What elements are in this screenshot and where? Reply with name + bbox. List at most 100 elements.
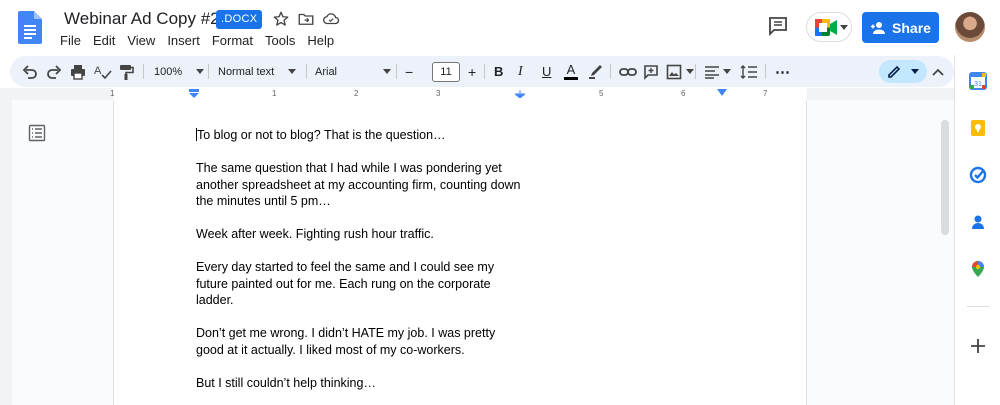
paragraph: To blog or not to blog? That is the ques… <box>196 127 536 144</box>
file-type-badge[interactable]: .DOCX <box>216 10 263 29</box>
collapse-icon <box>932 68 944 76</box>
editing-mode-select[interactable] <box>879 60 927 83</box>
increase-font-size-button[interactable]: + <box>468 56 476 87</box>
text-color-letter: A <box>566 61 576 77</box>
more-options-button[interactable]: ⋯ <box>775 56 790 87</box>
undo-button[interactable] <box>22 56 38 87</box>
menu-bar: File Edit View Insert Format Tools Help <box>60 33 346 48</box>
move-folder-icon[interactable] <box>297 10 315 28</box>
menu-view[interactable]: View <box>127 33 162 48</box>
bold-button[interactable]: B <box>494 56 503 87</box>
ruler-label: 6 <box>681 89 686 98</box>
line-spacing-icon <box>740 64 757 79</box>
share-label: Share <box>892 19 931 36</box>
document-canvas: To blog or not to blog? That is the ques… <box>0 100 954 405</box>
add-comment-icon <box>644 64 658 80</box>
insert-link-button[interactable] <box>619 56 637 87</box>
chevron-down-icon <box>911 69 919 74</box>
line-spacing-button[interactable] <box>740 56 758 87</box>
panel-divider <box>967 306 989 307</box>
calendar-icon[interactable]: 31 <box>969 72 987 90</box>
add-icon[interactable] <box>969 337 987 355</box>
horizontal-ruler[interactable]: 1 1 2 3 5 6 7 <box>0 88 954 100</box>
ruler-label: 7 <box>763 89 768 98</box>
avatar[interactable] <box>955 12 985 42</box>
maps-icon[interactable] <box>969 260 987 278</box>
chevron-down-icon <box>383 69 392 74</box>
highlight-pen-icon <box>589 64 602 79</box>
chevron-down-icon <box>686 69 694 74</box>
toolbar-divider <box>695 64 696 79</box>
paragraph: Every day started to feel the same and I… <box>196 260 495 307</box>
redo-button[interactable] <box>46 56 62 87</box>
app-header: Webinar Ad Copy #2 .DOCX File Edit View … <box>0 0 1000 55</box>
share-button[interactable]: Share <box>862 12 939 43</box>
italic-button[interactable]: I <box>518 56 523 87</box>
star-icon[interactable] <box>272 10 290 28</box>
meet-button[interactable] <box>806 12 852 42</box>
underline-button[interactable]: U <box>542 56 551 87</box>
zoom-value: 100% <box>154 65 183 78</box>
toolbar-divider <box>306 64 307 79</box>
docs-logo-icon[interactable] <box>18 11 42 44</box>
font-value: Arial <box>315 65 338 78</box>
text-color-button[interactable]: A <box>564 56 578 87</box>
ruler-label: 5 <box>599 89 604 98</box>
right-indent-marker-icon[interactable] <box>717 89 727 96</box>
hide-menus-button[interactable] <box>932 56 944 87</box>
indent-marker-icon[interactable] <box>189 89 199 98</box>
paragraph: The same question that I had while I was… <box>196 161 521 208</box>
menu-help[interactable]: Help <box>307 33 341 48</box>
vertical-scrollbar[interactable] <box>941 120 949 235</box>
font-size-input[interactable]: 11 <box>432 62 460 82</box>
side-panel: 31 <box>954 55 1000 405</box>
align-icon <box>705 65 719 79</box>
contacts-icon[interactable] <box>969 213 987 231</box>
ruler-label: 3 <box>436 89 441 98</box>
toolbar-divider <box>765 64 766 79</box>
paragraph: But I still couldn’t help thinking… <box>196 375 376 390</box>
spellcheck-button[interactable]: A <box>94 56 112 87</box>
paragraph: Week after week. Fighting rush hour traf… <box>196 227 434 241</box>
paint-format-icon <box>120 64 134 80</box>
svg-text:31: 31 <box>974 81 982 88</box>
document-title[interactable]: Webinar Ad Copy #2 <box>64 9 220 29</box>
image-icon <box>666 64 682 79</box>
redo-icon <box>47 64 62 79</box>
menu-insert[interactable]: Insert <box>167 33 207 48</box>
spellcheck-icon: A <box>94 65 112 79</box>
decrease-font-size-button[interactable]: − <box>405 56 413 87</box>
outline-icon[interactable] <box>28 124 46 142</box>
align-button[interactable] <box>704 56 731 87</box>
menu-format[interactable]: Format <box>212 33 260 48</box>
vertical-ruler[interactable] <box>0 100 12 405</box>
paragraph-style-select[interactable]: Normal text <box>218 56 297 87</box>
add-comment-button[interactable] <box>643 56 659 87</box>
menu-file[interactable]: File <box>60 33 88 48</box>
menu-edit[interactable]: Edit <box>93 33 122 48</box>
tasks-icon[interactable] <box>969 166 987 184</box>
formatting-toolbar: A 100% Normal text Arial − 11 + B I U A <box>10 56 954 87</box>
pencil-icon <box>888 65 901 78</box>
tab-stop-icon[interactable] <box>515 90 525 98</box>
insert-image-button[interactable] <box>666 56 694 87</box>
ruler-label: 1 <box>272 89 277 98</box>
highlight-button[interactable] <box>588 56 604 87</box>
ruler-page-area <box>113 88 807 100</box>
ruler-label: 1 <box>110 89 115 98</box>
keep-icon[interactable] <box>969 119 987 137</box>
chevron-down-icon <box>840 25 848 30</box>
font-select[interactable]: Arial <box>315 56 392 87</box>
menu-tools[interactable]: Tools <box>265 33 302 48</box>
zoom-select[interactable]: 100% <box>154 56 205 87</box>
undo-icon <box>22 64 37 79</box>
print-icon <box>71 64 85 80</box>
paint-format-button[interactable] <box>118 56 134 87</box>
print-button[interactable] <box>70 56 86 87</box>
document-body[interactable]: To blog or not to blog? That is the ques… <box>196 127 536 405</box>
document-page[interactable]: To blog or not to blog? That is the ques… <box>113 100 807 405</box>
toolbar-divider <box>396 64 397 79</box>
comment-icon[interactable] <box>766 14 790 38</box>
cloud-status-icon[interactable] <box>322 10 340 28</box>
meet-icon <box>815 19 837 36</box>
